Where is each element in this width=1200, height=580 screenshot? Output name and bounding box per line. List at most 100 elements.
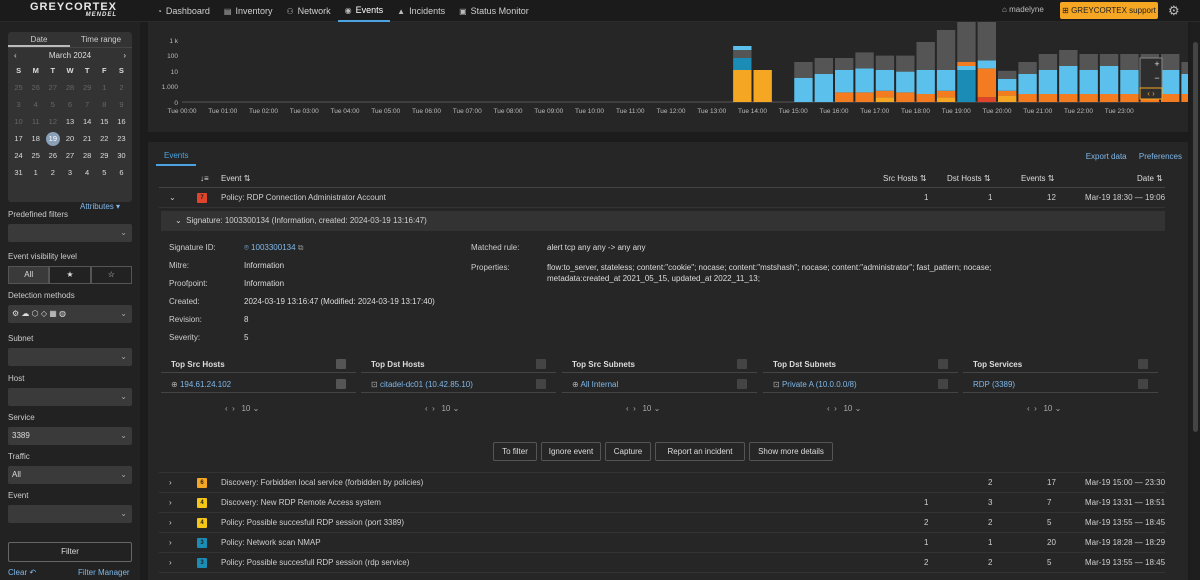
calendar-day[interactable]: 15 bbox=[96, 114, 113, 130]
calendar-day[interactable]: 26 bbox=[27, 80, 44, 96]
chevron-right-icon[interactable]: › bbox=[169, 553, 172, 573]
bar-segment-grey[interactable] bbox=[733, 50, 752, 58]
ignore-event-button[interactable]: Ignore event bbox=[541, 442, 601, 461]
top-src-subnets-pager[interactable]: ‹ › 10 ⌄ bbox=[626, 404, 660, 413]
top-dst-subnets-select-all-checkbox[interactable] bbox=[938, 359, 948, 369]
calendar-day[interactable]: 23 bbox=[113, 131, 130, 147]
top-dst-hosts-item-checkbox[interactable] bbox=[536, 379, 546, 389]
bar-segment-cyan[interactable] bbox=[998, 78, 1017, 91]
star-filled-icon[interactable]: ★ bbox=[49, 266, 91, 284]
tab-time-range[interactable]: Time range bbox=[70, 32, 132, 47]
show-more-details-button[interactable]: Show more details bbox=[749, 442, 833, 461]
bar-segment-red[interactable] bbox=[977, 97, 996, 102]
clear-button[interactable]: Clear ↶ bbox=[8, 568, 36, 577]
column-dst-hosts[interactable]: Dst Hosts ⇅ bbox=[947, 170, 991, 188]
capture-button[interactable]: Capture bbox=[605, 442, 651, 461]
calendar-day[interactable]: 14 bbox=[79, 114, 96, 130]
calendar-day[interactable]: 18 bbox=[27, 131, 44, 147]
calendar-day[interactable]: 29 bbox=[79, 80, 96, 96]
scrollbar-thumb[interactable] bbox=[1193, 42, 1198, 432]
bar-segment-orange[interactable] bbox=[835, 92, 854, 102]
nav-incidents[interactable]: ▲ Incidents bbox=[390, 0, 452, 22]
calendar-day[interactable]: 8 bbox=[96, 97, 113, 113]
bar-segment-cyan[interactable] bbox=[957, 66, 976, 70]
bar-segment-yellow[interactable] bbox=[875, 97, 895, 102]
chevron-right-icon[interactable]: › bbox=[169, 473, 172, 493]
predefined-filters-select[interactable]: ⌄ bbox=[8, 224, 132, 242]
event-select[interactable]: ⌄ bbox=[8, 505, 132, 523]
report-an-incident-button[interactable]: Report an incident bbox=[655, 442, 745, 461]
bar-segment-grey[interactable] bbox=[916, 42, 935, 70]
chevron-right-icon[interactable]: › bbox=[169, 493, 172, 513]
bar-segment-grey[interactable] bbox=[1018, 62, 1037, 74]
top-services-pager[interactable]: ‹ › 10 ⌄ bbox=[1027, 404, 1061, 413]
prev-month-icon[interactable]: ‹ bbox=[14, 51, 17, 60]
sort-icon[interactable]: ↓≡ bbox=[200, 170, 209, 188]
bar-segment-cyan[interactable] bbox=[855, 68, 874, 93]
calendar-day[interactable]: 27 bbox=[44, 80, 61, 96]
calendar-day[interactable]: 3 bbox=[10, 97, 27, 113]
table-row[interactable]: › 3 Policy: Possible succesfull RDP sessio… bbox=[159, 553, 1165, 573]
service-select[interactable]: 3389 ⌄ bbox=[8, 427, 132, 445]
bar-segment-cyan[interactable] bbox=[936, 70, 956, 91]
bar-segment-orange[interactable] bbox=[875, 90, 895, 98]
logo[interactable]: GREYCORTEX MENDEL bbox=[30, 2, 117, 19]
filter-button[interactable]: Filter bbox=[8, 542, 132, 562]
bar-segment-teal[interactable] bbox=[733, 58, 752, 70]
bar-segment-grey[interactable] bbox=[1120, 54, 1139, 70]
top-dst-hosts-select-all-checkbox[interactable] bbox=[536, 359, 546, 369]
calendar-day[interactable]: 31 bbox=[10, 165, 27, 181]
top-src-hosts-select-all-checkbox[interactable] bbox=[336, 359, 346, 369]
top-dst-subnets-item[interactable]: ⊡ Private A (10.0.0.0/8) bbox=[773, 380, 857, 390]
bar-segment-orange[interactable] bbox=[1059, 94, 1078, 102]
bar-segment-cyan[interactable] bbox=[1059, 66, 1078, 94]
calendar-day[interactable]: 4 bbox=[79, 165, 96, 181]
bar-segment-grey[interactable] bbox=[1161, 54, 1180, 70]
table-row[interactable]: › 4 Discovery: New RDP Remote Access syste… bbox=[159, 493, 1165, 513]
top-dst-hosts-pager[interactable]: ‹ › 10 ⌄ bbox=[425, 404, 459, 413]
calendar-day[interactable]: 28 bbox=[61, 80, 78, 96]
nav-events[interactable]: ◉ Events bbox=[337, 0, 391, 22]
bar-segment-cyan[interactable] bbox=[794, 78, 813, 102]
bar-segment-cyan[interactable] bbox=[1161, 70, 1180, 94]
attributes-toggle[interactable]: Attributes ▾ bbox=[80, 202, 120, 211]
bar-segment-cyan[interactable] bbox=[1120, 70, 1139, 94]
bar-segment-grey[interactable] bbox=[896, 55, 915, 72]
tab-events[interactable]: Events bbox=[156, 148, 197, 166]
filter-manager-link[interactable]: Filter Manager bbox=[78, 568, 130, 577]
bar-segment-cyan[interactable] bbox=[896, 71, 915, 93]
bar-segment-grey[interactable] bbox=[875, 55, 895, 70]
top-src-hosts-pager[interactable]: ‹ › 10 ⌄ bbox=[225, 404, 259, 413]
bar-segment-orange[interactable] bbox=[977, 68, 996, 98]
table-row-expanded[interactable]: ⌄ 7 Policy: RDP Connection Administrator… bbox=[159, 188, 1165, 208]
bar-segment-grey[interactable] bbox=[1079, 54, 1098, 70]
calendar-day[interactable]: 9 bbox=[113, 97, 130, 113]
top-services-item[interactable]: RDP (3389) bbox=[973, 380, 1015, 390]
calendar-day[interactable]: 20 bbox=[61, 131, 78, 147]
traffic-select[interactable]: All ⌄ bbox=[8, 466, 132, 484]
bar-segment-grey[interactable] bbox=[1181, 62, 1200, 74]
top-src-subnets-item[interactable]: ⊕ All Internal bbox=[572, 380, 618, 390]
bar-segment-grey[interactable] bbox=[1059, 50, 1078, 66]
calendar-day[interactable]: 25 bbox=[10, 80, 27, 96]
bar-segment-cyan[interactable] bbox=[916, 70, 935, 94]
bar-segment-orange[interactable] bbox=[1079, 94, 1098, 102]
top-dst-subnets-pager[interactable]: ‹ › 10 ⌄ bbox=[827, 404, 861, 413]
user-menu[interactable]: ⌂ madelyne bbox=[1002, 5, 1044, 14]
bar-segment-orange[interactable] bbox=[957, 62, 976, 66]
bar-segment-orange[interactable] bbox=[1120, 94, 1139, 102]
calendar-day[interactable]: 2 bbox=[113, 80, 130, 96]
calendar-day[interactable]: 1 bbox=[27, 165, 44, 181]
bar-segment-grey[interactable] bbox=[957, 6, 976, 62]
bar-segment-teal[interactable] bbox=[957, 70, 976, 102]
bar-segment-orange[interactable] bbox=[1099, 94, 1119, 102]
bar-segment-cyan[interactable] bbox=[1181, 74, 1200, 94]
to-filter-button[interactable]: To filter bbox=[493, 442, 537, 461]
calendar-day[interactable]: 13 bbox=[61, 114, 78, 130]
calendar-day[interactable]: 1 bbox=[96, 80, 113, 96]
calendar-day[interactable]: 30 bbox=[113, 148, 130, 164]
calendar-day[interactable]: 5 bbox=[96, 165, 113, 181]
tab-date[interactable]: Date bbox=[8, 32, 70, 47]
bar-segment-cyan[interactable] bbox=[733, 46, 752, 50]
top-src-subnets-item-checkbox[interactable] bbox=[737, 379, 747, 389]
